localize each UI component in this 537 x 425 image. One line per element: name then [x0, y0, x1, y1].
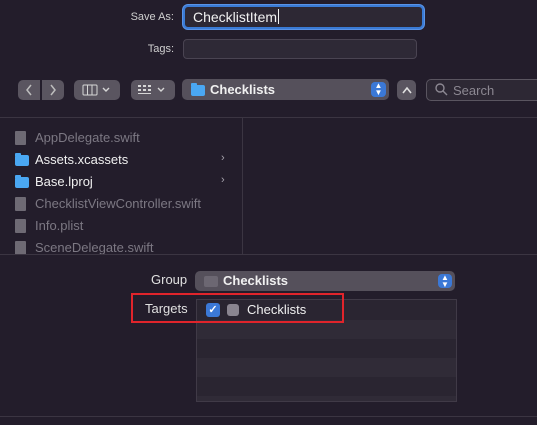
- browser-bottom-divider: [0, 254, 537, 255]
- save-as-value: ChecklistItem: [193, 9, 278, 25]
- location-label: Checklists: [210, 82, 276, 97]
- group-mode-button[interactable]: [131, 80, 175, 100]
- highlight-box: [131, 293, 344, 323]
- chevron-left-icon: [26, 84, 32, 96]
- group-value: Checklists: [223, 273, 289, 288]
- group-label: Group: [151, 272, 188, 287]
- footer-divider: [0, 416, 537, 417]
- file-item[interactable]: Info.plist: [15, 215, 235, 237]
- chevron-right-icon: ›: [221, 152, 225, 164]
- search-icon: [435, 83, 448, 96]
- browser-top-divider: [0, 117, 537, 118]
- document-icon: [15, 197, 26, 211]
- file-name: ChecklistViewController.swift: [35, 196, 201, 211]
- view-mode-button[interactable]: [74, 80, 120, 100]
- folder-icon: [191, 83, 205, 96]
- folder-name: Base.lproj: [35, 174, 93, 189]
- list-stripe: [197, 358, 456, 377]
- chevron-right-icon: [50, 84, 56, 96]
- document-icon: [15, 219, 26, 233]
- search-field[interactable]: Search: [426, 79, 537, 101]
- column-view-icon: [82, 84, 110, 96]
- save-as-label: Save As:: [130, 11, 174, 23]
- column-divider: [242, 118, 243, 254]
- chevron-up-icon: [401, 86, 412, 94]
- collapse-button[interactable]: [397, 80, 416, 100]
- folder-icon: [15, 175, 29, 188]
- file-name: SceneDelegate.swift: [35, 240, 154, 254]
- document-icon: [15, 241, 26, 254]
- tags-label: Tags:: [147, 43, 174, 55]
- file-item[interactable]: SceneDelegate.swift: [15, 237, 235, 254]
- text-caret: [278, 9, 280, 24]
- folder-icon: [15, 153, 29, 166]
- folder-item[interactable]: Base.lproj ›: [15, 171, 235, 193]
- stepper-icon: ▲ ▼: [438, 274, 452, 289]
- file-name: Info.plist: [35, 218, 84, 233]
- search-placeholder: Search: [453, 83, 495, 98]
- forward-button[interactable]: [42, 80, 64, 100]
- file-name: AppDelegate.swift: [35, 130, 140, 145]
- grid-view-icon: [138, 85, 165, 94]
- stepper-icon: ▲ ▼: [371, 82, 386, 97]
- group-popup[interactable]: Checklists ▲ ▼: [195, 271, 455, 291]
- location-popup[interactable]: Checklists ▲ ▼: [182, 79, 389, 100]
- back-button[interactable]: [18, 80, 40, 100]
- chevron-right-icon: ›: [221, 174, 225, 186]
- file-item[interactable]: AppDelegate.swift: [15, 127, 235, 149]
- list-stripe: [197, 396, 456, 401]
- file-item[interactable]: ChecklistViewController.swift: [15, 193, 235, 215]
- save-as-field[interactable]: ChecklistItem: [183, 5, 424, 29]
- folder-name: Assets.xcassets: [35, 152, 129, 167]
- folder-item[interactable]: Assets.xcassets ›: [15, 149, 235, 171]
- document-icon: [15, 131, 26, 145]
- folder-icon: [204, 276, 218, 287]
- tags-field[interactable]: [183, 39, 417, 59]
